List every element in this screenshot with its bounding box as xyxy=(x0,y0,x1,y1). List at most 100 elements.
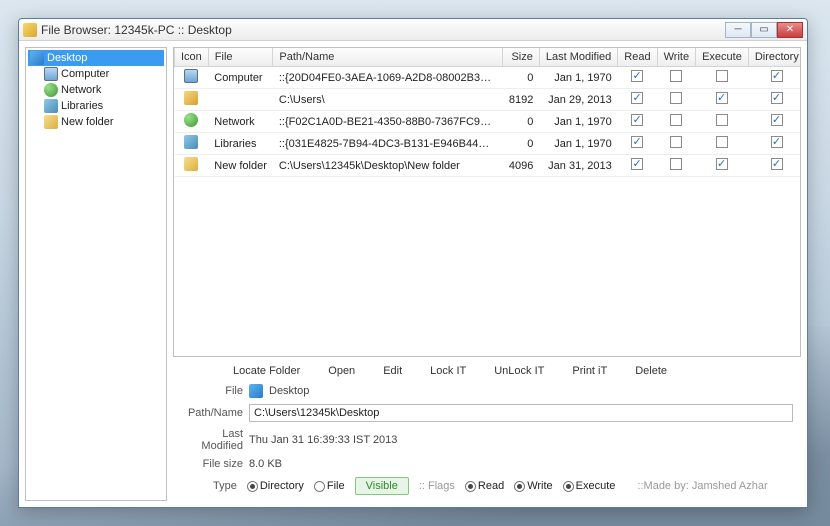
checkbox-icon xyxy=(670,136,682,148)
checkbox-icon xyxy=(716,92,728,104)
cell-file: Network xyxy=(208,111,273,133)
cell-path: ::{031E4825-7B94-4DC3-B131-E946B44C8D... xyxy=(273,133,503,155)
tree-label: New folder xyxy=(61,116,114,128)
close-button[interactable]: ✕ xyxy=(777,22,803,38)
table-header-row[interactable]: IconFilePath/NameSizeLast ModifiedReadWr… xyxy=(175,48,802,67)
libraries-icon xyxy=(184,135,198,149)
action-edit[interactable]: Edit xyxy=(383,365,402,377)
checkbox-icon xyxy=(631,158,643,170)
checkbox-icon xyxy=(631,114,643,126)
cell-write xyxy=(657,155,695,177)
path-input[interactable] xyxy=(249,404,793,422)
file-value: Desktop xyxy=(269,385,793,397)
size-label: File size xyxy=(181,458,243,470)
column-header[interactable]: Path/Name xyxy=(273,48,503,67)
cell-size: 0 xyxy=(503,133,539,155)
action-delete[interactable]: Delete xyxy=(635,365,667,377)
cell-directory xyxy=(748,89,801,111)
desktop-icon xyxy=(249,384,263,398)
flags-label: :: Flags xyxy=(419,480,455,492)
file-table: IconFilePath/NameSizeLast ModifiedReadWr… xyxy=(174,48,801,177)
desktop-icon xyxy=(30,51,44,65)
folder-tree[interactable]: Desktop Computer Network Libraries New f… xyxy=(25,47,167,501)
computer-icon xyxy=(184,69,198,83)
action-unlock-it[interactable]: UnLock IT xyxy=(494,365,544,377)
content-area: Desktop Computer Network Libraries New f… xyxy=(19,41,807,507)
radio-execute[interactable]: Execute xyxy=(563,480,616,492)
tree-label: Desktop xyxy=(47,52,87,64)
path-label: Path/Name xyxy=(181,407,243,419)
tree-item-newfolder[interactable]: New folder xyxy=(28,114,164,130)
tree-label: Computer xyxy=(61,68,109,80)
column-header[interactable]: Read xyxy=(618,48,657,67)
column-header[interactable]: Last Modified xyxy=(539,48,617,67)
tree-item-network[interactable]: Network xyxy=(28,82,164,98)
cell-execute xyxy=(696,89,749,111)
checkbox-icon xyxy=(631,92,643,104)
column-header[interactable]: Execute xyxy=(696,48,749,67)
cell-execute xyxy=(696,67,749,89)
tree-label: Libraries xyxy=(61,100,103,112)
column-header[interactable]: File xyxy=(208,48,273,67)
radio-read[interactable]: Read xyxy=(465,480,504,492)
visible-button[interactable]: Visible xyxy=(355,477,409,495)
checkbox-icon xyxy=(716,114,728,126)
window-title: File Browser: 12345k-PC :: Desktop xyxy=(41,23,725,37)
tree-item-libraries[interactable]: Libraries xyxy=(28,98,164,114)
action-open[interactable]: Open xyxy=(328,365,355,377)
radio-directory[interactable]: Directory xyxy=(247,480,304,492)
action-lock-it[interactable]: Lock IT xyxy=(430,365,466,377)
computer-icon xyxy=(44,67,58,81)
table-row[interactable]: Network ::{F02C1A0D-BE21-4350-88B0-7367F… xyxy=(175,111,802,133)
radio-write[interactable]: Write xyxy=(514,480,552,492)
cell-path: ::{F02C1A0D-BE21-4350-88B0-7367FC96EF... xyxy=(273,111,503,133)
folder-icon xyxy=(44,115,58,129)
action-print-it[interactable]: Print iT xyxy=(572,365,607,377)
detail-file-row: File Desktop xyxy=(173,381,801,401)
table-row[interactable]: C:\Users\ 8192 Jan 29, 2013 xyxy=(175,89,802,111)
cell-modified: Jan 1, 1970 xyxy=(539,111,617,133)
action-bar: Locate Folder Open Edit Lock IT UnLock IT Pri… xyxy=(173,357,801,381)
modified-label: Last Modified xyxy=(181,428,243,452)
detail-modified-row: Last Modified Thu Jan 31 16:39:33 IST 20… xyxy=(173,425,801,455)
network-icon xyxy=(184,113,198,127)
cell-file: New folder xyxy=(208,155,273,177)
tree-item-computer[interactable]: Computer xyxy=(28,66,164,82)
type-label: Type xyxy=(213,480,237,492)
cell-file xyxy=(208,89,273,111)
cell-size: 0 xyxy=(503,67,539,89)
size-value: 8.0 KB xyxy=(249,458,793,470)
cell-size: 0 xyxy=(503,111,539,133)
action-locate-folder[interactable]: Locate Folder xyxy=(233,365,300,377)
maximize-button[interactable]: ▭ xyxy=(751,22,777,38)
cell-read xyxy=(618,155,657,177)
column-header[interactable]: Icon xyxy=(175,48,209,67)
table-row[interactable]: Computer ::{20D04FE0-3AEA-1069-A2D8-0800… xyxy=(175,67,802,89)
column-header[interactable]: Directory xyxy=(748,48,801,67)
checkbox-icon xyxy=(670,158,682,170)
cell-modified: Jan 29, 2013 xyxy=(539,89,617,111)
checkbox-icon xyxy=(771,70,783,82)
cell-read xyxy=(618,67,657,89)
titlebar[interactable]: File Browser: 12345k-PC :: Desktop ─ ▭ ✕ xyxy=(19,19,807,41)
minimize-button[interactable]: ─ xyxy=(725,22,751,38)
table-row[interactable]: Libraries ::{031E4825-7B94-4DC3-B131-E94… xyxy=(175,133,802,155)
table-row[interactable]: New folder C:\Users\12345k\Desktop\New f… xyxy=(175,155,802,177)
cell-path: C:\Users\12345k\Desktop\New folder xyxy=(273,155,503,177)
column-header[interactable]: Size xyxy=(503,48,539,67)
cell-write xyxy=(657,89,695,111)
column-header[interactable]: Write xyxy=(657,48,695,67)
cell-execute xyxy=(696,155,749,177)
cell-path: C:\Users\ xyxy=(273,89,503,111)
tree-label: Network xyxy=(61,84,101,96)
cell-write xyxy=(657,111,695,133)
tree-root-desktop[interactable]: Desktop xyxy=(28,50,164,66)
checkbox-icon xyxy=(771,158,783,170)
right-pane: IconFilePath/NameSizeLast ModifiedReadWr… xyxy=(173,47,801,501)
checkbox-icon xyxy=(670,70,682,82)
cell-execute xyxy=(696,111,749,133)
modified-value: Thu Jan 31 16:39:33 IST 2013 xyxy=(249,434,793,446)
cell-modified: Jan 31, 2013 xyxy=(539,155,617,177)
radio-file[interactable]: File xyxy=(314,480,345,492)
file-grid[interactable]: IconFilePath/NameSizeLast ModifiedReadWr… xyxy=(173,47,801,357)
